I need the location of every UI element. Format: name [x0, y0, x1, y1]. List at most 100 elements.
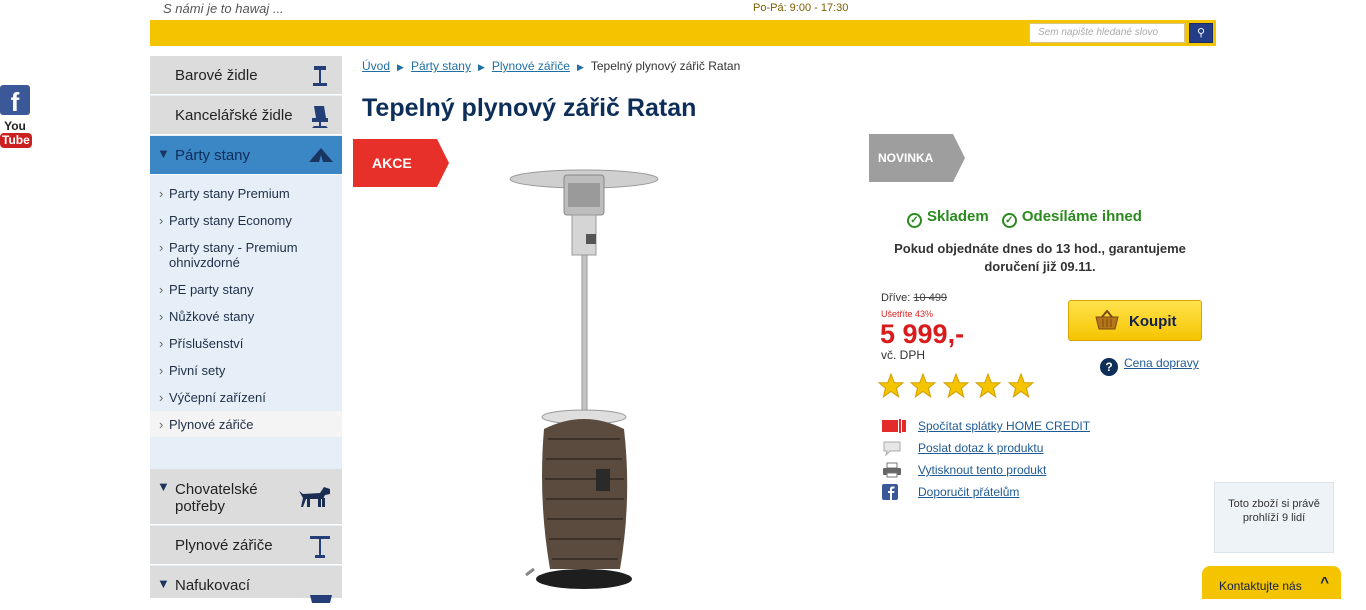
breadcrumb-arrow-icon: ▶	[576, 62, 584, 72]
rating[interactable]	[878, 373, 1036, 404]
star-icon	[942, 373, 969, 399]
sidebar-item-label: Nafukovací	[175, 577, 251, 594]
basket-icon	[1095, 309, 1119, 330]
sidebar-item-chovatelske-potreby[interactable]: ▼ Chovatelské potřeby	[150, 469, 342, 525]
print-link[interactable]: Vytisknout tento produkt	[918, 463, 1046, 477]
subitem-party-stany-ohnivzdorne[interactable]: › Party stany - Premium ohnivzdorné	[150, 240, 342, 274]
social-links: f You Tube	[0, 85, 32, 150]
subitem-label: PE party stany	[169, 282, 254, 297]
star-icon	[878, 373, 904, 399]
breadcrumb-current: Tepelný plynový zářič Ratan	[590, 59, 741, 73]
search-icon: ⚲	[1196, 27, 1206, 39]
heater-icon	[308, 534, 332, 558]
sidebar-item-label: Barové židle	[175, 67, 258, 84]
help-icon: ?	[1100, 358, 1118, 376]
bullet-icon: ›	[159, 186, 164, 201]
subitem-plynove-zarice[interactable]: › Plynové zářiče	[150, 411, 342, 437]
recommend-link[interactable]: Doporučit přátelům	[918, 485, 1019, 499]
bar-stool-icon	[308, 64, 332, 88]
subitem-pe-party-stany[interactable]: › PE party stany	[150, 282, 342, 302]
breadcrumb-link-plynove-zarice[interactable]: Plynové zářiče	[492, 59, 570, 73]
sidebar-item-label: Plynové zářiče	[175, 537, 273, 554]
subitem-label: Nůžkové stany	[169, 309, 255, 324]
home-credit-icon	[882, 418, 906, 434]
subitem-label: Příslušenství	[169, 336, 244, 351]
bullet-icon: ›	[159, 417, 164, 432]
viewers-text: Toto zboží si právě prohlíží 9 lidí	[1228, 498, 1320, 524]
subitem-vycepni-zarizeni[interactable]: › Výčepní zařízení	[150, 390, 342, 410]
subitem-party-stany-premium[interactable]: › Party stany Premium	[150, 186, 342, 206]
facebook-icon	[882, 484, 902, 500]
subitem-label: Party stany Economy	[169, 213, 292, 228]
bullet-icon: ›	[159, 282, 164, 297]
previous-price-value: 10 499	[913, 292, 948, 304]
new-badge-label: NOVINKA	[878, 151, 934, 165]
youtube-top: You	[4, 119, 26, 133]
sale-badge-label: AKCE	[372, 155, 412, 171]
top-strip	[150, 0, 1216, 20]
chevron-down-icon: ▼	[157, 479, 170, 494]
slogan: S námi je to hawaj ...	[163, 1, 284, 16]
star-icon	[975, 373, 1002, 399]
breadcrumb-arrow-icon: ▶	[477, 62, 485, 72]
sidebar-item-kancelarske-zidle[interactable]: Kancelářské židle	[150, 96, 342, 135]
subitem-party-stany-economy[interactable]: › Party stany Economy	[150, 213, 342, 233]
chevron-down-icon: ▼	[157, 146, 170, 161]
shipping-price: ? Cena dopravy	[1100, 356, 1199, 376]
category-sidebar: Barové židle Kancelářské židle ▼ Párty s…	[150, 56, 342, 603]
check-icon: ✓	[907, 213, 922, 228]
buy-button[interactable]: Koupit	[1068, 300, 1202, 341]
product-image[interactable]	[490, 139, 680, 599]
stock-status: ✓ Skladem ✓ Odesíláme ihned	[907, 208, 1142, 228]
breadcrumb-link-uvod[interactable]: Úvod	[362, 59, 390, 73]
youtube-icon[interactable]: You Tube	[0, 119, 32, 150]
breadcrumb: Úvod ▶ Párty stany ▶ Plynové zářiče ▶ Tepelný …	[362, 59, 740, 73]
chevron-down-icon: ▼	[157, 576, 170, 591]
sidebar-item-label: Kancelářské židle	[175, 107, 293, 124]
sidebar-item-nafukovaci[interactable]: ▼ Nafukovací	[150, 566, 342, 603]
sidebar-item-barove-zidle[interactable]: Barové židle	[150, 56, 342, 95]
viewers-notice: Toto zboží si právě prohlíží 9 lidí	[1214, 482, 1334, 553]
bullet-icon: ›	[159, 213, 164, 228]
subitem-label: Party stany - Premium ohnivzdorné	[169, 240, 298, 270]
bullet-icon: ›	[159, 309, 164, 324]
bullet-icon: ›	[159, 336, 164, 351]
bullet-icon: ›	[159, 390, 164, 405]
dog-icon	[298, 485, 332, 509]
office-chair-icon	[308, 104, 332, 128]
facebook-icon[interactable]: f	[0, 85, 30, 117]
shipping-price-link[interactable]: Cena dopravy	[1124, 356, 1199, 370]
sidebar-item-party-stany[interactable]: ▼ Párty stany	[150, 136, 342, 175]
contact-widget[interactable]: Kontaktujte nás ^	[1202, 566, 1341, 599]
in-stock-label: Skladem	[927, 208, 989, 225]
bullet-icon: ›	[159, 363, 164, 378]
subitem-prislusenstvi[interactable]: › Příslušenství	[150, 336, 342, 356]
contact-label: Kontaktujte nás	[1219, 579, 1302, 593]
speech-bubble-icon	[882, 440, 902, 457]
printer-icon	[882, 462, 902, 478]
search-button[interactable]: ⚲	[1189, 23, 1213, 43]
star-icon	[1007, 373, 1034, 399]
subitem-label: Party stany Premium	[169, 186, 290, 201]
subitem-label: Plynové zářiče	[169, 417, 254, 432]
new-badge: NOVINKA	[869, 134, 965, 182]
sidebar-item-label: Párty stany	[175, 147, 251, 164]
sale-badge: AKCE	[353, 139, 449, 187]
previous-price-label: Dříve:	[881, 292, 911, 304]
sidebar-item-plynove-zarice[interactable]: Plynové zářiče	[150, 526, 342, 565]
breadcrumb-link-party-stany[interactable]: Párty stany	[411, 59, 471, 73]
check-icon: ✓	[1001, 213, 1017, 228]
subitem-label: Pivní sety	[169, 363, 226, 378]
tent-icon	[308, 144, 333, 168]
vat-note: vč. DPH	[881, 348, 926, 362]
home-credit-link[interactable]: Spočítat splátky HOME CREDIT	[918, 419, 1090, 433]
ask-question-link[interactable]: Poslat dotaz k produktu	[918, 441, 1043, 455]
breadcrumb-arrow-icon: ▶	[397, 62, 404, 72]
subitem-nuzkove-stany[interactable]: › Nůžkové stany	[150, 309, 342, 329]
page-title: Tepelný plynový zářič Ratan	[362, 94, 697, 122]
search-input[interactable]: Sem napište hledané slovo	[1029, 23, 1185, 43]
sidebar-item-label: Chovatelské potřeby	[175, 481, 258, 515]
previous-price: Dříve: 10 499	[881, 292, 947, 304]
subitem-pivni-sety[interactable]: › Pivní sety	[150, 363, 342, 383]
delivery-note: Pokud objednáte dnes do 13 hod., garantu…	[894, 241, 1186, 274]
